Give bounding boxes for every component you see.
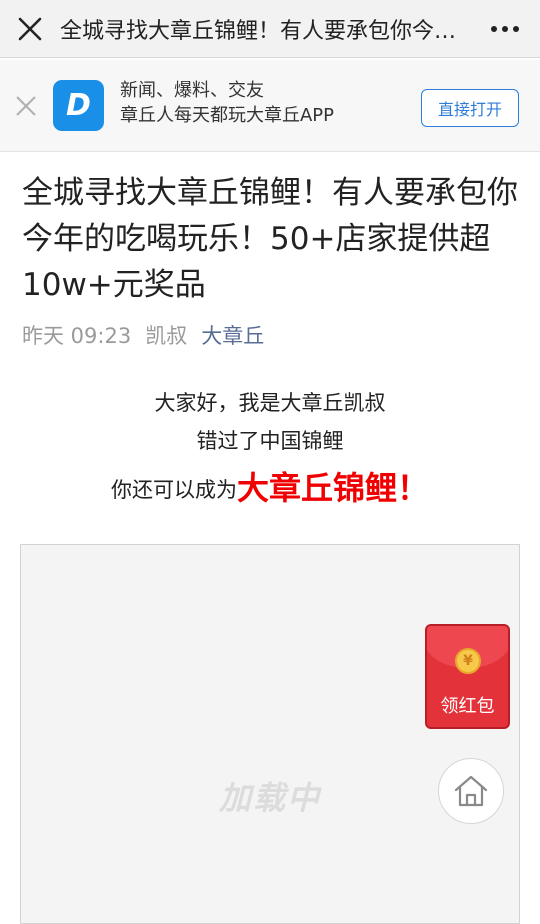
body-line-2: 错过了中国锦鲤 <box>196 429 344 453</box>
media-placeholder: 加载中 <box>20 544 520 924</box>
more-icon <box>491 25 519 32</box>
article-body: 大家好，我是大章丘凯叔 错过了中国锦鲤 你还可以成为大章丘锦鲤！ <box>0 384 540 512</box>
more-button[interactable] <box>470 0 540 58</box>
close-button[interactable] <box>0 0 60 58</box>
close-icon <box>18 17 42 40</box>
body-line-3-prefix: 你还可以成为 <box>110 478 237 502</box>
publish-time: 昨天 09:23 <box>22 324 132 348</box>
article-meta: 昨天 09:23 凯叔 大章丘 <box>22 320 264 350</box>
app-logo-letter: D <box>66 88 91 123</box>
banner-close-icon[interactable] <box>12 92 40 120</box>
red-packet-button[interactable]: ¥ 领红包 <box>425 624 510 729</box>
account-link[interactable]: 大章丘 <box>201 324 264 348</box>
body-line-3: 你还可以成为大章丘锦鲤！ <box>0 466 540 512</box>
banner-text: 新闻、爆料、交友 章丘人每天都玩大章丘APP <box>120 78 334 128</box>
open-app-button[interactable]: 直接打开 <box>421 89 519 127</box>
body-line-1: 大家好，我是大章丘凯叔 <box>154 391 386 415</box>
coin-icon: ¥ <box>455 648 481 674</box>
red-packet-label: 领红包 <box>440 696 495 717</box>
highlight-text: 大章丘锦鲤！ <box>236 469 429 507</box>
top-nav-bar: 全城寻找大章丘锦鲤！有人要承包你今年的吃喝玩乐！50+店家提供超10w+元奖品 <box>0 0 540 58</box>
banner-line-1: 新闻、爆料、交友 <box>120 80 264 101</box>
article-title: 全城寻找大章丘锦鲤！有人要承包你今年的吃喝玩乐！50+店家提供超10w+元奖品 <box>22 175 518 303</box>
app-logo: D <box>53 80 104 131</box>
banner-line-2: 章丘人每天都玩大章丘APP <box>120 105 335 126</box>
page-title: 全城寻找大章丘锦鲤！有人要承包你今年的吃喝玩乐！50+店家提供超10w+元奖品 <box>60 18 470 44</box>
author-name: 凯叔 <box>145 324 188 348</box>
home-button[interactable] <box>438 758 504 824</box>
app-banner: D 新闻、爆料、交友 章丘人每天都玩大章丘APP 直接打开 <box>0 60 540 152</box>
home-icon <box>454 775 488 807</box>
